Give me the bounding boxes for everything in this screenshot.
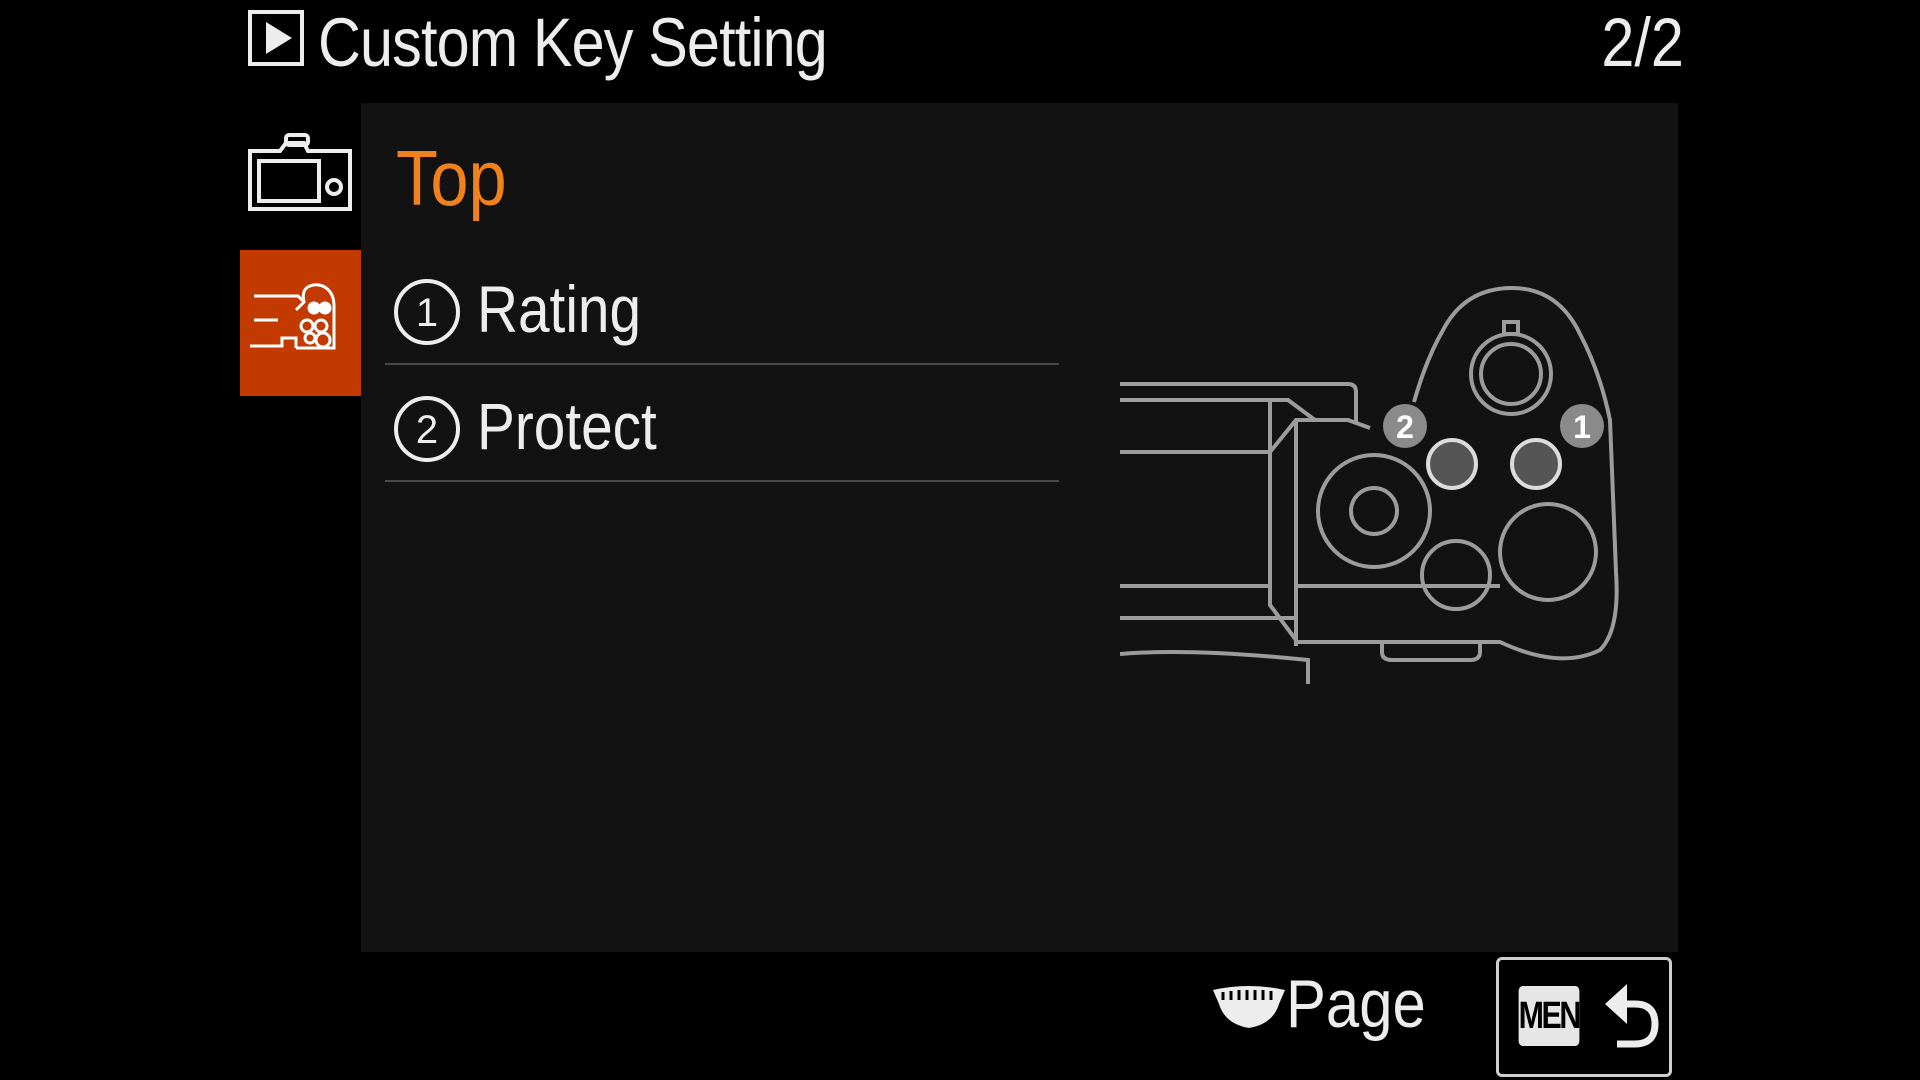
playback-icon [248, 10, 304, 66]
svg-text:1: 1 [1573, 409, 1591, 445]
camera-body-icon [248, 133, 352, 211]
number-1-badge: 1 [394, 279, 460, 345]
menu-badge: MENU [1518, 986, 1601, 1046]
sidebar-tab-camera-body[interactable] [240, 125, 361, 220]
svg-text:2: 2 [416, 408, 438, 452]
section-title: Top [396, 134, 507, 222]
menu-item-label: Rating [477, 272, 642, 346]
custom-button-1-label: 1 [1560, 404, 1604, 448]
menu-back-button[interactable]: MENU [1496, 957, 1672, 1077]
page-indicator: 2/2 [1601, 4, 1684, 81]
svg-text:2: 2 [1396, 409, 1414, 445]
page-label: Page [1286, 966, 1426, 1042]
menu-item-label: Protect [477, 389, 657, 463]
svg-text:1: 1 [416, 291, 438, 335]
header-bar: Custom Key Setting 2/2 [240, 0, 1684, 102]
return-arrow-icon [1605, 984, 1659, 1048]
menu-item-rating[interactable]: 1 Rating [385, 250, 1059, 365]
custom-button-2-label: 2 [1383, 404, 1427, 448]
footer-bar: Page MENU [0, 952, 1920, 1080]
control-dial-icon [1213, 986, 1285, 1028]
number-2-badge: 2 [394, 396, 460, 462]
sidebar-tab-camera-top[interactable] [240, 250, 361, 396]
camera-top-diagram: 2 1 [1120, 285, 1619, 684]
page-title: Custom Key Setting [318, 4, 828, 81]
menu-item-protect[interactable]: 2 Protect [385, 367, 1059, 482]
camera-top-icon [250, 283, 336, 350]
